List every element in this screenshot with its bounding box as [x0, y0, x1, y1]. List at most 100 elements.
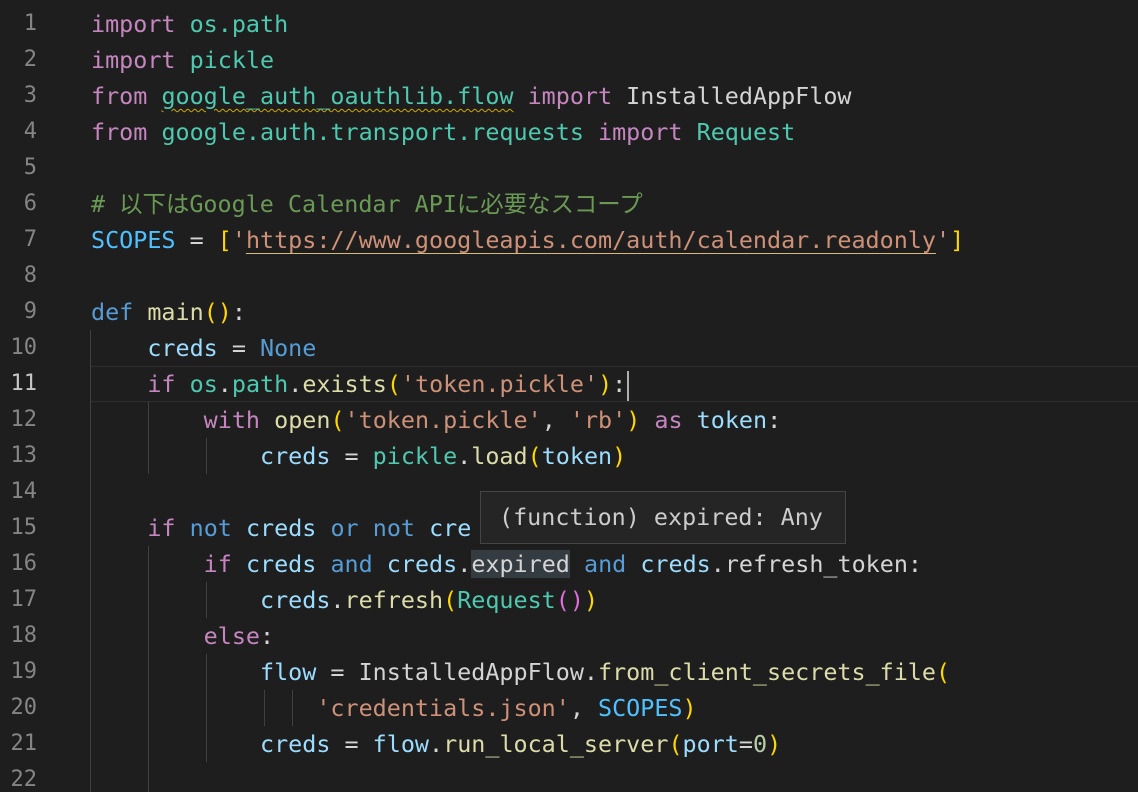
code-token: from — [91, 118, 148, 146]
hover-tooltip: (function) expired: Any — [480, 491, 846, 544]
code-line[interactable]: 19 flow = InstalledAppFlow.from_client_s… — [0, 654, 1138, 690]
code-line[interactable]: 12 with open('token.pickle', 'rb') as to… — [0, 402, 1138, 438]
code-token: = — [217, 334, 261, 362]
line-number: 10 — [10, 335, 38, 360]
indent-guide — [148, 762, 149, 792]
line-number: 11 — [10, 371, 38, 396]
line-number: 15 — [10, 515, 38, 540]
code-token: def — [91, 298, 134, 326]
code-line[interactable]: 1 import os.path — [0, 6, 1138, 42]
code-line[interactable]: 17 creds.refresh(Request()) — [0, 582, 1138, 618]
code-token: cre — [429, 514, 472, 542]
code-token: path — [231, 370, 289, 398]
code-editor[interactable]: 1 import os.path 2 import pickle 3 from googl… — [0, 0, 1138, 792]
code-token: ' — [231, 226, 246, 254]
line-number: 16 — [10, 551, 38, 576]
code-line[interactable]: 21 creds = flow.run_local_server(port=0) — [0, 726, 1138, 762]
code-token: ) — [583, 586, 599, 614]
line-number: 7 — [23, 227, 37, 252]
code-token: ) — [767, 730, 782, 758]
code-text: def main(): — [91, 294, 246, 330]
code-token: ( — [935, 658, 951, 686]
code-line[interactable]: 20 'credentials.json', SCOPES) — [0, 690, 1138, 726]
code-token: : — [612, 370, 627, 398]
code-text: if creds and creds.expired and creds.ref… — [91, 546, 922, 582]
code-line[interactable]: 11 if os.path.exists('token.pickle'): — [0, 366, 1138, 402]
code-line[interactable]: 18 else: — [0, 618, 1138, 654]
code-line[interactable]: 8 — [0, 258, 1138, 294]
code-token: InstalledAppFlow — [612, 82, 852, 110]
code-token: Request — [696, 118, 796, 146]
code-line[interactable]: 22 — [0, 762, 1138, 792]
code-line[interactable]: 9 def main(): — [0, 294, 1138, 330]
line-number: 5 — [23, 155, 37, 180]
code-token: as — [654, 406, 683, 434]
text-cursor — [627, 370, 630, 401]
code-token: exists — [302, 370, 387, 398]
code-token: not — [189, 514, 232, 542]
code-token: : — [260, 622, 275, 650]
code-text: creds.refresh(Request()) — [91, 582, 598, 618]
code-token: None — [260, 334, 317, 362]
code-line[interactable]: 10 creds = None — [0, 330, 1138, 366]
code-token: ) — [682, 694, 697, 722]
code-token: with — [203, 406, 261, 434]
line-number: 8 — [23, 263, 37, 288]
code-token: ( — [527, 442, 542, 470]
code-line[interactable]: 4 from google.auth.transport.requests imp… — [0, 114, 1138, 150]
code-text: flow = InstalledAppFlow.from_client_secr… — [91, 654, 950, 690]
code-token: os — [189, 370, 218, 398]
code-token: if — [147, 514, 176, 542]
code-token: ) — [598, 370, 613, 398]
code-token: run_local_server — [443, 730, 669, 758]
code-token: . — [429, 730, 444, 758]
code-line[interactable]: 2 import pickle — [0, 42, 1138, 78]
code-token: google.auth.transport.requests — [161, 118, 584, 146]
code-token: = — [330, 730, 373, 758]
code-token: 'token.pickle' — [344, 406, 542, 434]
code-line[interactable]: 13 creds = pickle.load(token) — [0, 438, 1138, 474]
code-token: = — [330, 442, 373, 470]
code-line[interactable]: 6 # 以下はGoogle Calendar APIに必要なスコープ — [0, 186, 1138, 222]
code-token: flow — [260, 658, 317, 686]
line-number: 12 — [10, 407, 38, 432]
code-text: creds = pickle.load(token) — [91, 438, 626, 474]
line-number: 18 — [10, 623, 38, 648]
code-token: 0 — [752, 730, 768, 758]
code-token: 'rb' — [569, 406, 627, 434]
code-text: # 以下はGoogle Calendar APIに必要なスコープ — [91, 186, 643, 222]
line-number: 19 — [10, 659, 38, 684]
code-token: SCOPES — [91, 226, 176, 254]
code-token: flow — [372, 730, 430, 758]
line-number: 3 — [23, 83, 37, 108]
code-token: refresh — [344, 586, 444, 614]
code-token: ] — [950, 226, 965, 254]
code-line[interactable]: 5 — [0, 150, 1138, 186]
code-line[interactable]: 7 SCOPES = ['https://www.googleapis.com/a… — [0, 222, 1138, 258]
code-line[interactable]: 3 from google_auth_oauthlib.flow import I… — [0, 78, 1138, 114]
code-token: from_client_secrets_file — [598, 658, 936, 686]
code-token: . — [288, 370, 303, 398]
code-token: ) — [626, 406, 641, 434]
code-token: 'credentials.json' — [316, 694, 570, 722]
code-token: . — [457, 550, 472, 578]
code-line[interactable]: 16 if creds and creds.expired and creds.… — [0, 546, 1138, 582]
code-text: creds = flow.run_local_server(port=0) — [91, 726, 781, 762]
code-text: import pickle — [91, 42, 274, 78]
code-text: if not creds or not cre — [91, 510, 471, 546]
code-token: . — [330, 586, 345, 614]
line-number: 6 — [23, 191, 37, 216]
